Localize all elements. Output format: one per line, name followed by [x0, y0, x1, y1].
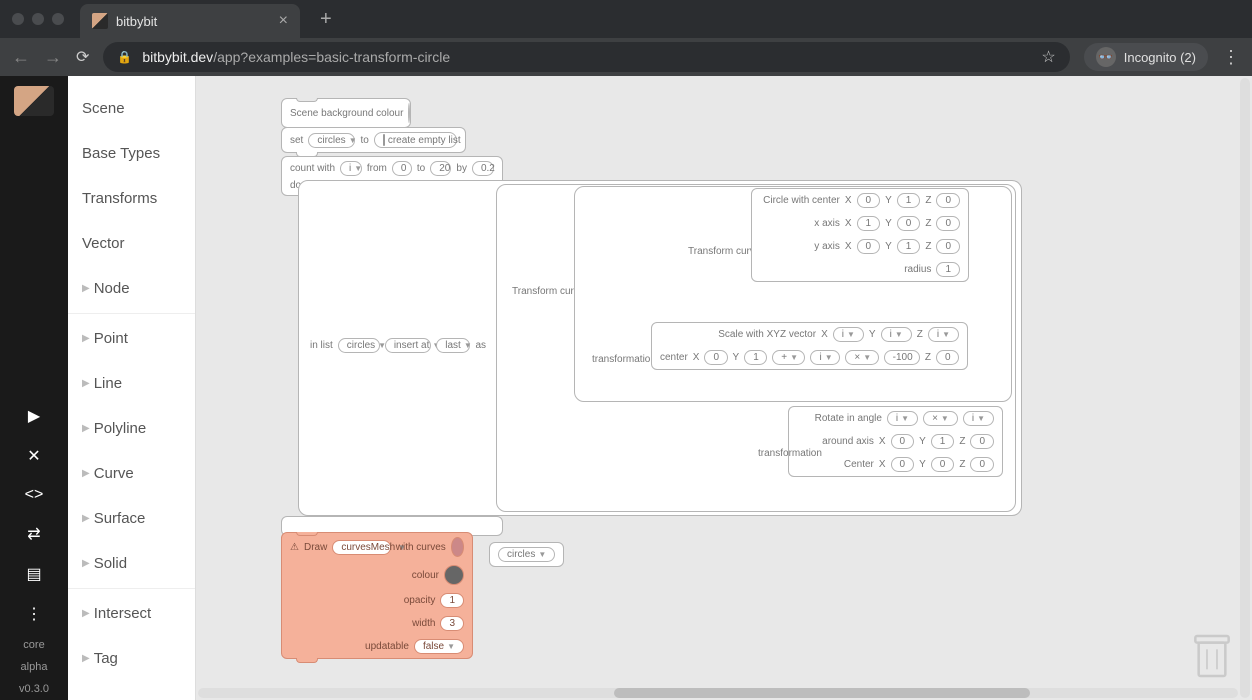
caret-icon: ▶ [82, 333, 90, 344]
caret-icon: ▶ [82, 378, 90, 389]
create-list[interactable]: create empty list [374, 132, 457, 148]
loop-var[interactable]: i▼ [340, 161, 362, 176]
toolbox-item-solid[interactable]: ▶Solid [68, 541, 195, 586]
curves-swatch[interactable] [451, 537, 464, 557]
to-value[interactable]: 20 [430, 161, 451, 176]
toolbox-item-curve[interactable]: ▶Curve [68, 451, 195, 496]
caret-icon: ▶ [82, 653, 90, 664]
app-rail: ▶ ✕ <> ⇄ ▤ ⋮ core alpha v0.3.0 [0, 76, 68, 700]
list-action[interactable]: insert at▼ [385, 338, 431, 353]
browser-toolbar: ← → ⟳ 🔒 bitbybit.dev/app?examples=basic-… [0, 38, 1252, 76]
browser-tab[interactable]: bitbybit × [80, 4, 300, 38]
caret-icon: ▶ [82, 513, 90, 524]
toolbox-item-point[interactable]: ▶Point [68, 316, 195, 361]
scrollbar-thumb[interactable] [614, 688, 1030, 698]
tab-title: bitbybit [116, 14, 271, 29]
toolbox-item-polyline[interactable]: ▶Polyline [68, 406, 195, 451]
play-icon[interactable]: ▶ [22, 406, 46, 426]
caret-icon: ▶ [82, 608, 90, 619]
toolbox-item-line[interactable]: ▶Line [68, 361, 195, 406]
list-var[interactable]: circles▼ [338, 338, 380, 353]
window-maximize-button[interactable] [52, 13, 64, 25]
address-bar[interactable]: 🔒 bitbybit.dev/app?examples=basic-transf… [103, 42, 1069, 72]
window-close-button[interactable] [12, 13, 24, 25]
warning-icon: ⚠ [290, 542, 299, 553]
var-dropdown[interactable]: circles▼ [308, 133, 355, 148]
caret-icon: ▶ [82, 283, 90, 294]
trash-icon[interactable] [1192, 632, 1232, 680]
tools-icon[interactable]: ✕ [22, 446, 46, 466]
caret-icon: ▶ [82, 423, 90, 434]
back-button[interactable]: ← [12, 47, 30, 68]
window-title-bar: bitbybit × + [0, 0, 1252, 38]
caret-icon: ▶ [82, 468, 90, 479]
version-label: v0.3.0 [19, 683, 49, 695]
code-icon[interactable]: <> [22, 486, 46, 504]
block-circle[interactable]: Circle with center X0 Y1 Z0 x axis X1 Y0… [751, 188, 969, 282]
url-text: bitbybit.dev/app?examples=basic-transfor… [142, 49, 450, 65]
core-label: core [23, 639, 44, 651]
block-inlist[interactable]: in list circles▼ insert at▼ last▼ as [302, 334, 494, 357]
library-icon[interactable]: ▤ [22, 564, 46, 584]
by-value[interactable]: 0.2 [472, 161, 494, 176]
blockly-canvas[interactable]: Scene background colour set circles▼ to … [196, 76, 1252, 700]
updatable-dropdown[interactable]: false▼ [414, 639, 464, 654]
toolbox-item-node[interactable]: ▶Node [68, 266, 195, 311]
incognito-badge[interactable]: 👓 Incognito (2) [1084, 43, 1208, 71]
toolbox-item-tag[interactable]: ▶Tag [68, 636, 195, 681]
block-scene-bg[interactable]: Scene background colour [281, 98, 411, 128]
lock-icon: 🔒 [117, 50, 132, 64]
alpha-label: alpha [21, 661, 48, 673]
app-logo[interactable] [14, 86, 54, 116]
window-minimize-button[interactable] [32, 13, 44, 25]
gear-icon [383, 134, 385, 146]
bookmark-icon[interactable]: ☆ [1041, 47, 1055, 67]
block-rotate[interactable]: Rotate in angle i▼ ×▼ i▼ around axis X0 … [788, 406, 1003, 477]
toolbox-item-intersect[interactable]: ▶Intersect [68, 591, 195, 636]
colour-swatch[interactable] [444, 565, 464, 585]
more-icon[interactable]: ⋮ [22, 604, 46, 624]
reload-button[interactable]: ⟳ [76, 47, 89, 67]
list-pos[interactable]: last▼ [436, 338, 470, 353]
from-value[interactable]: 0 [392, 161, 412, 176]
toolbox-item-vector[interactable]: Vector [68, 221, 195, 266]
caret-icon: ▶ [82, 558, 90, 569]
toolbox-item-transforms[interactable]: Transforms [68, 176, 195, 221]
incognito-icon: 👓 [1096, 47, 1116, 67]
horizontal-scrollbar[interactable] [198, 688, 1238, 698]
mesh-dropdown[interactable]: curvesMesh▼ [332, 540, 390, 555]
tab-favicon [92, 13, 108, 29]
toolbox-panel: Scene Base Types Transforms Vector ▶Node… [68, 76, 196, 700]
toolbox-item-scene[interactable]: Scene [68, 94, 195, 131]
block-circles-var[interactable]: circles▼ [489, 542, 564, 567]
toolbox-item-basetypes[interactable]: Base Types [68, 131, 195, 176]
forward-button[interactable]: → [44, 47, 62, 68]
vertical-scrollbar[interactable] [1240, 78, 1250, 698]
tab-close-button[interactable]: × [279, 12, 288, 30]
block-scale[interactable]: Scale with XYZ vector Xi▼ Yi▼ Zi▼ center… [651, 322, 968, 370]
block-set-var[interactable]: set circles▼ to create empty list [281, 127, 466, 153]
browser-menu-button[interactable]: ⋮ [1222, 47, 1240, 68]
toolbox-item-surface[interactable]: ▶Surface [68, 496, 195, 541]
colour-swatch[interactable] [408, 103, 410, 123]
new-tab-button[interactable]: + [320, 8, 332, 31]
swap-icon[interactable]: ⇄ [22, 524, 46, 544]
block-draw[interactable]: ⚠ Draw curvesMesh▼ with curves colour op… [281, 532, 473, 659]
